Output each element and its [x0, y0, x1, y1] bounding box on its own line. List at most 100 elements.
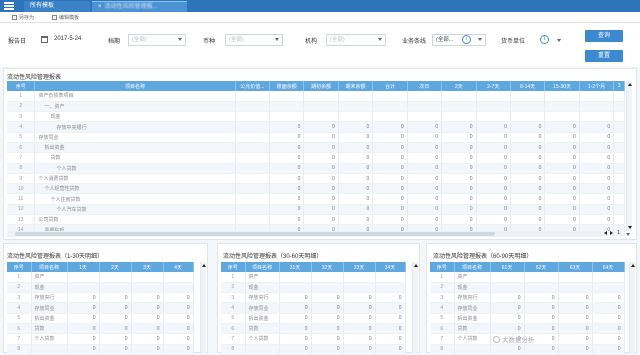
- vertical-scrollbar[interactable]: [200, 262, 206, 354]
- column-header[interactable]: 1-2个月: [579, 81, 615, 91]
- column-header[interactable]: 61天: [490, 262, 525, 272]
- table-row[interactable]: 6 贷款 0 0 0 0: [7, 323, 194, 335]
- table-row[interactable]: 1 资产: [7, 272, 194, 283]
- scroll-up-icon[interactable]: [627, 83, 632, 86]
- scroll-up-icon[interactable]: [201, 264, 206, 267]
- chevron-down-icon[interactable]: [557, 39, 561, 42]
- table-row[interactable]: 3 存放央行 0 0 0 0: [7, 292, 194, 304]
- table-row[interactable]: 2 一、资产: [7, 101, 625, 113]
- table-row[interactable]: 3 存放央行 0 0 0 0: [430, 292, 625, 304]
- chevron-down-icon[interactable]: [626, 233, 630, 236]
- table-row[interactable]: 3 存放央行 0 0 0 0: [221, 292, 406, 304]
- table-row[interactable]: 4 存放同业 0 0 0 0: [430, 302, 625, 314]
- table-row[interactable]: 4 存放同业 0 0 0 0: [7, 302, 194, 314]
- column-header[interactable]: 64天: [592, 262, 625, 272]
- column-header[interactable]: 62天: [524, 262, 559, 272]
- table-row[interactable]: 2 现金: [221, 282, 406, 294]
- table-row[interactable]: 10 个人经营性贷款 0 0 0 0 0 0 0 0 0 0: [7, 183, 625, 195]
- column-header[interactable]: 32天: [311, 262, 344, 272]
- menu-icon[interactable]: [2, 1, 16, 11]
- table-row[interactable]: 13 公司贷款 0 0 0 0 0 0 0 0 0 0: [7, 214, 625, 226]
- column-header[interactable]: 次日: [407, 81, 443, 91]
- edit-template-button[interactable]: 编辑模板: [52, 14, 79, 22]
- table-row[interactable]: 7 贷款 0 0 0 0 0 0 0 0 0 0: [7, 152, 625, 164]
- sub-panel-title: 流动性风险管理报表（60-90天明细）: [433, 254, 533, 260]
- column-header[interactable]: 3: [613, 81, 625, 91]
- column-header[interactable]: 序号: [7, 262, 32, 272]
- column-header[interactable]: 63天: [558, 262, 593, 272]
- close-icon[interactable]: ×: [98, 4, 102, 10]
- reset-button[interactable]: 重置: [585, 50, 623, 62]
- column-header[interactable]: 项目名称: [34, 81, 236, 91]
- column-header[interactable]: 8-14天: [510, 81, 546, 91]
- column-header[interactable]: 账面余额: [269, 81, 305, 91]
- calendar-icon[interactable]: [41, 36, 48, 43]
- column-header[interactable]: 项目名称: [454, 262, 491, 272]
- column-header[interactable]: 项目名称: [31, 262, 68, 272]
- table-row[interactable]: 5 拆出资金 0 0 0 0: [7, 313, 194, 324]
- field2-select[interactable]: (全部): [128, 34, 186, 46]
- tab-all-templates[interactable]: 所有模板: [24, 1, 90, 12]
- value-cell: 0: [131, 333, 164, 345]
- table-row[interactable]: 5 拆出资金 0 0 0 0: [430, 313, 625, 324]
- column-header[interactable]: 期初余额: [303, 81, 339, 91]
- horizontal-scrollbar[interactable]: [7, 231, 601, 237]
- scroll-thumb[interactable]: [15, 232, 495, 236]
- table-row[interactable]: 3 现金: [7, 111, 625, 123]
- column-header[interactable]: 15-30天: [544, 81, 580, 91]
- vertical-scrollbar[interactable]: [626, 81, 632, 231]
- tab-liquidity-report[interactable]: × 流动性风险管理报...: [92, 1, 187, 12]
- column-header[interactable]: 2天: [441, 81, 477, 91]
- vertical-scrollbar[interactable]: [629, 262, 635, 354]
- table-row[interactable]: 9 个人消费贷款 0 0 0 0 0 0 0 0 0 0: [7, 173, 625, 185]
- info-icon[interactable]: i: [462, 35, 471, 44]
- table-row[interactable]: 4 存放中央银行 0 0 0 0 0 0 0 0 0 0: [7, 121, 625, 133]
- column-header[interactable]: 期末余额: [338, 81, 374, 91]
- column-header[interactable]: 序号: [7, 81, 36, 91]
- column-header[interactable]: 34天: [375, 262, 406, 272]
- column-header[interactable]: 4天: [163, 262, 194, 272]
- table-row[interactable]: 2 现金: [430, 282, 625, 294]
- report-date-value[interactable]: 2017-5-24: [54, 36, 81, 42]
- column-header[interactable]: 2-7天: [476, 81, 511, 91]
- table-row[interactable]: 11 个人住房贷款 0 0 0 0 0 0 0 0 0 0: [7, 193, 625, 205]
- table-row[interactable]: 6 拆出资金 0 0 0 0 0 0 0 0 0 0: [7, 142, 625, 154]
- column-header[interactable]: 1天: [67, 262, 100, 272]
- table-row[interactable]: 6 贷款 0 0 0 0: [430, 323, 625, 335]
- column-header[interactable]: 项目名称: [245, 262, 280, 272]
- currency-unit-select[interactable]: 1: [540, 35, 549, 44]
- currency-select[interactable]: (全部): [225, 34, 283, 46]
- biz-line-select[interactable]: (全部...: [432, 34, 486, 46]
- save-as-button[interactable]: 另存为: [12, 14, 34, 22]
- column-header[interactable]: 序号: [221, 262, 246, 272]
- column-header[interactable]: 31天: [279, 262, 312, 272]
- table-row[interactable]: 1 资产: [221, 272, 406, 283]
- column-header[interactable]: 公允价值...: [235, 81, 270, 91]
- column-header[interactable]: 序号: [430, 262, 455, 272]
- column-header[interactable]: 33天: [343, 262, 376, 272]
- watermark-logo-icon: [493, 336, 500, 343]
- table-row[interactable]: 2 现金: [7, 282, 194, 294]
- scroll-down-icon[interactable]: [627, 226, 632, 229]
- table-row[interactable]: 7 个人贷款 0 0 0 0: [221, 333, 406, 345]
- table-row[interactable]: 8 个人贷款 0 0 0 0 0 0 0 0 0 0: [7, 163, 625, 174]
- table-row[interactable]: 1 资产负债表项目: [7, 91, 625, 102]
- scroll-up-icon[interactable]: [413, 264, 418, 267]
- column-header[interactable]: 2天: [99, 262, 132, 272]
- table-row[interactable]: 12 个人汽车贷款 0 0 0 0 0 0 0 0 0 0: [7, 204, 625, 216]
- pager-value[interactable]: 1: [617, 230, 620, 236]
- org-select[interactable]: (全部): [326, 34, 386, 46]
- table-row[interactable]: 6 贷款 0 0 0 0: [221, 323, 406, 335]
- query-button[interactable]: 查询: [585, 30, 623, 42]
- scroll-up-icon[interactable]: [630, 264, 635, 267]
- table-row[interactable]: 5 拆出资金 0 0 0 0: [221, 313, 406, 324]
- scroll-right-icon[interactable]: [610, 231, 613, 235]
- table-row[interactable]: 7 个人贷款 0 0 0 0: [7, 333, 194, 345]
- vertical-scrollbar[interactable]: [412, 262, 418, 354]
- column-header[interactable]: 3天: [131, 262, 164, 272]
- scroll-left-icon[interactable]: [604, 231, 607, 235]
- table-row[interactable]: 4 存放同业 0 0 0 0: [221, 302, 406, 314]
- table-row[interactable]: 1 资产: [430, 272, 625, 283]
- column-header[interactable]: 合计: [372, 81, 408, 91]
- table-row[interactable]: 5 存放同业 0 0 0 0 0 0 0 0 0 0: [7, 132, 625, 143]
